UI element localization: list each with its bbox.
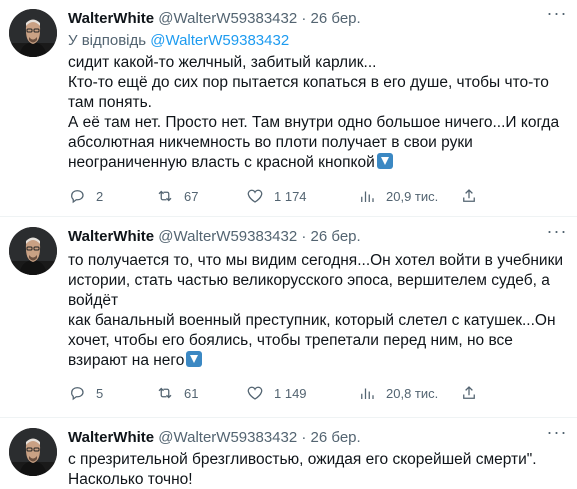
retweet-count: 61 xyxy=(184,385,199,401)
tweet-line: то получается то, что мы видим сегодня..… xyxy=(68,252,564,309)
tweet-header: WalterWhite @WalterW59383432 · 26 бер. xyxy=(68,428,361,448)
tweet-actions: 5 61 1 149 20,8 тис. xyxy=(68,383,478,403)
share-icon xyxy=(463,386,475,399)
reply-count: 2 xyxy=(96,188,104,204)
user-name[interactable]: WalterWhite xyxy=(68,228,154,245)
retweet-button[interactable]: 67 xyxy=(156,186,198,206)
down-arrow-emoji xyxy=(376,153,393,169)
views-icon xyxy=(361,388,374,399)
views-count: 20,9 тис. xyxy=(386,188,439,204)
more-options-button[interactable]: ··· xyxy=(543,423,571,447)
tweet-1[interactable]: WalterWhite @WalterW59383432 · 26 бер. ·… xyxy=(0,0,577,217)
user-handle[interactable]: @WalterW59383432 xyxy=(158,10,297,27)
reply-prefix: У відповідь xyxy=(68,32,147,49)
tweet-line: А её там нет. Просто нет. Там внутри одн… xyxy=(68,114,560,171)
views-icon xyxy=(361,191,374,202)
views-button[interactable]: 20,9 тис. xyxy=(358,186,438,206)
like-count: 1 149 xyxy=(274,385,307,401)
separator: · xyxy=(301,429,307,446)
like-button[interactable]: 1 174 xyxy=(246,186,307,206)
tweet-header: WalterWhite @WalterW59383432 · 26 бер. xyxy=(68,9,361,29)
tweet-line: с презрительной брезгливостью, ожидая ег… xyxy=(68,451,537,468)
avatar[interactable] xyxy=(9,227,57,275)
more-options-button[interactable]: ··· xyxy=(543,222,571,246)
down-arrow-emoji xyxy=(186,351,203,367)
share-icon xyxy=(463,189,475,202)
share-button[interactable] xyxy=(460,186,478,206)
tweet-text: сидит какой-то желчный, забитый карлик..… xyxy=(68,53,568,173)
reply-button[interactable]: 5 xyxy=(68,383,103,403)
more-options-button[interactable]: ··· xyxy=(543,4,571,28)
like-button[interactable]: 1 149 xyxy=(246,383,307,403)
reply-icon xyxy=(71,387,84,401)
separator: · xyxy=(301,228,307,245)
tweet-line: Насколько точно! xyxy=(68,471,193,488)
tweet-text: то получается то, что мы видим сегодня..… xyxy=(68,251,568,371)
heart-icon xyxy=(247,189,263,203)
avatar[interactable] xyxy=(9,428,57,476)
separator: · xyxy=(301,10,307,27)
reply-button[interactable]: 2 xyxy=(68,186,103,206)
heart-icon xyxy=(247,386,263,400)
tweet-date[interactable]: 26 бер. xyxy=(311,228,361,245)
share-button[interactable] xyxy=(460,383,478,403)
like-count: 1 174 xyxy=(274,188,307,204)
tweet-3[interactable]: WalterWhite @WalterW59383432 · 26 бер. ·… xyxy=(0,419,577,489)
reply-count: 5 xyxy=(96,385,104,401)
views-count: 20,8 тис. xyxy=(386,385,439,401)
avatar[interactable] xyxy=(9,9,57,57)
user-name[interactable]: WalterWhite xyxy=(68,429,154,446)
views-button[interactable]: 20,8 тис. xyxy=(358,383,438,403)
reply-context: У відповідь @WalterW59383432 xyxy=(68,31,289,51)
retweet-button[interactable]: 61 xyxy=(156,383,198,403)
tweet-date[interactable]: 26 бер. xyxy=(311,10,361,27)
user-name[interactable]: WalterWhite xyxy=(68,10,154,27)
tweet-text: с презрительной брезгливостью, ожидая ег… xyxy=(68,450,568,489)
retweet-icon xyxy=(158,190,172,202)
tweet-actions: 2 67 1 174 20,9 тис. xyxy=(68,186,478,206)
reply-mention-link[interactable]: @WalterW59383432 xyxy=(150,32,289,49)
tweet-line: Кто-то ещё до сих пор пытается копаться … xyxy=(68,74,549,111)
tweet-header: WalterWhite @WalterW59383432 · 26 бер. xyxy=(68,227,361,247)
retweet-count: 67 xyxy=(184,188,199,204)
retweet-icon xyxy=(158,387,172,399)
tweet-2[interactable]: WalterWhite @WalterW59383432 · 26 бер. ·… xyxy=(0,218,577,418)
reply-icon xyxy=(71,190,84,204)
tweet-line: сидит какой-то желчный, забитый карлик..… xyxy=(68,54,377,71)
tweet-line: как банальный военный преступник, которы… xyxy=(68,312,556,369)
tweet-date[interactable]: 26 бер. xyxy=(311,429,361,446)
user-handle[interactable]: @WalterW59383432 xyxy=(158,429,297,446)
user-handle[interactable]: @WalterW59383432 xyxy=(158,228,297,245)
